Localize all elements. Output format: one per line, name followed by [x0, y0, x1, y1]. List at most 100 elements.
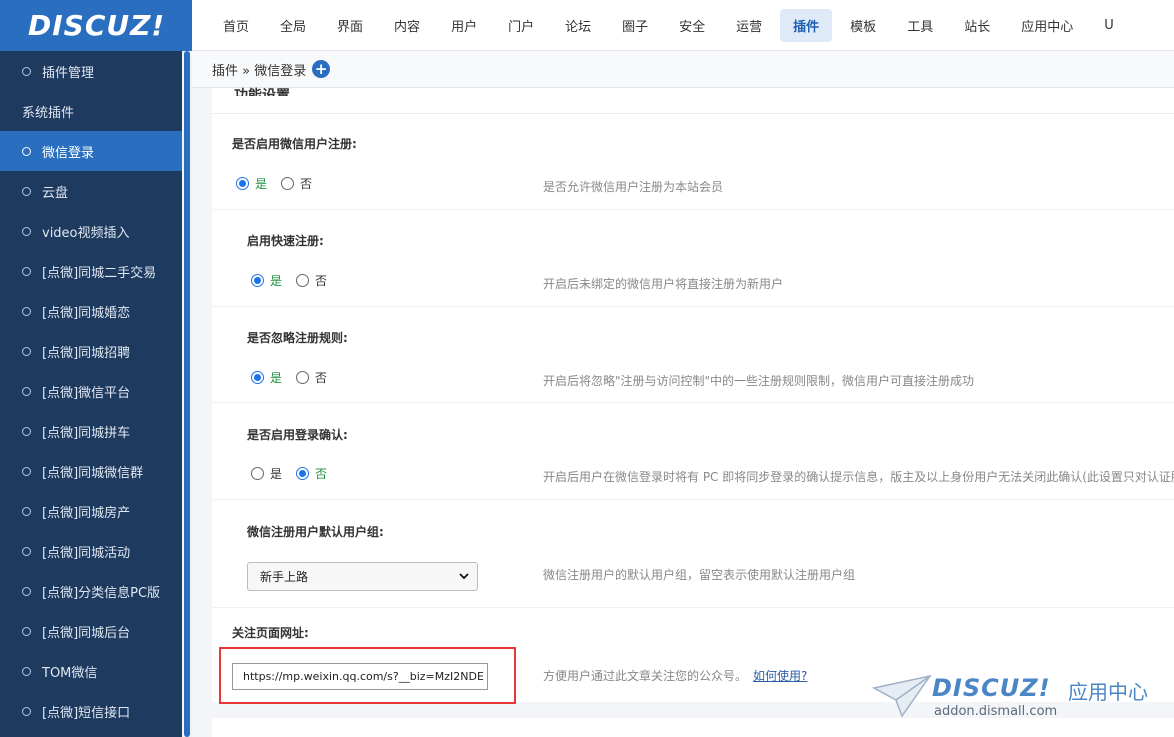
circle-icon — [22, 506, 31, 516]
section-title: 功能设置 — [234, 88, 290, 96]
setting-description: 方便用户通过此文章关注您的公众号。 如何使用? — [543, 667, 807, 684]
sidebar-item-0[interactable]: 插件管理 — [0, 51, 182, 91]
sidebar-item-label: [点微]同城后台 — [42, 625, 131, 641]
sidebar-item-label: 插件管理 — [42, 65, 95, 81]
sidebar-item-10[interactable]: [点微]同城微信群 — [0, 451, 182, 491]
circle-icon — [22, 666, 31, 676]
radio-no-label: 否 — [315, 467, 328, 481]
nav-item-0[interactable]: 首页 — [210, 9, 262, 42]
nav-item-8[interactable]: 安全 — [666, 9, 718, 42]
sidebar-scrollbar[interactable] — [182, 51, 192, 737]
radio-no[interactable] — [296, 467, 310, 480]
circle-icon — [22, 586, 31, 596]
watermark-brand: DISCUZ! — [932, 674, 1051, 702]
select-value: 新手上路 — [260, 570, 309, 584]
setting-description: 开启后将忽略"注册与访问控制"中的一些注册规则限制，微信用户可直接注册成功 — [543, 374, 975, 388]
circle-icon — [22, 346, 31, 356]
sidebar-item-14[interactable]: [点微]同城后台 — [0, 611, 182, 651]
scrollbar-thumb[interactable] — [184, 51, 190, 737]
follow-desc-text: 方便用户通过此文章关注您的公众号。 — [543, 669, 748, 683]
circle-icon — [22, 426, 31, 436]
setting-label: 是否忽略注册规则: — [247, 331, 348, 345]
circle-icon — [22, 66, 31, 76]
setting-description: 开启后用户在微信登录时将有 PC 即将同步登录的确认提示信息，版主及以上身份用户… — [543, 470, 1174, 484]
follow-url-input[interactable]: https://mp.weixin.qq.com/s?__biz=MzI2NDE — [232, 663, 488, 690]
sidebar-item-6[interactable]: [点微]同城婚恋 — [0, 291, 182, 331]
nav-item-13[interactable]: 站长 — [951, 9, 1003, 42]
watermark: DISCUZ! 应用中心 addon.dismall.com — [872, 672, 1162, 732]
circle-icon — [22, 146, 31, 156]
setting-description: 是否允许微信用户注册为本站会员 — [543, 180, 724, 194]
paper-plane-icon — [872, 674, 932, 718]
watermark-url: addon.dismall.com — [934, 704, 1058, 719]
setting-row-quick-register: 启用快速注册: 是 否 开启后未绑定的微信用户将直接注册为新用户 — [212, 210, 1174, 307]
nav-item-3[interactable]: 内容 — [381, 9, 433, 42]
radio-yes[interactable] — [236, 177, 249, 190]
nav-item-7[interactable]: 圈子 — [609, 9, 661, 42]
sidebar-item-5[interactable]: [点微]同城二手交易 — [0, 251, 182, 291]
nav-item-11[interactable]: 模板 — [837, 9, 889, 42]
sidebar-item-13[interactable]: [点微]分类信息PC版 — [0, 571, 182, 611]
circle-icon — [22, 186, 31, 196]
sidebar-item-4[interactable]: video视频插入 — [0, 211, 182, 251]
sidebar-item-8[interactable]: [点微]微信平台 — [0, 371, 182, 411]
circle-icon — [22, 626, 31, 636]
nav-item-12[interactable]: 工具 — [894, 9, 946, 42]
sidebar-item-3[interactable]: 云盘 — [0, 171, 182, 211]
radio-no[interactable] — [281, 177, 295, 190]
nav-item-2[interactable]: 界面 — [324, 9, 376, 42]
sidebar-item-label: TOM微信 — [42, 665, 98, 681]
sidebar-item-11[interactable]: [点微]同城房产 — [0, 491, 182, 531]
setting-row-login-confirm: 是否启用登录确认: 是 否 开启后用户在微信登录时将有 PC 即将同步登录的确认… — [212, 403, 1174, 500]
nav-item-4[interactable]: 用户 — [438, 9, 490, 42]
radio-no-label: 否 — [300, 177, 313, 191]
sidebar-item-label: [点微]同城房产 — [42, 505, 131, 521]
add-plus-icon[interactable]: + — [312, 60, 331, 78]
top-navigation: 首页 全局 界面 内容 用户 门户 论坛 圈子 安全 运营 插件 模板 工具 站长 应用中心 U — [192, 0, 1174, 51]
sidebar-item-15[interactable]: TOM微信 — [0, 651, 182, 691]
chevron-down-icon — [459, 573, 469, 580]
setting-label: 是否启用登录确认: — [247, 428, 348, 442]
settings-panel: 功能设置 是否启用微信用户注册: 是 否 是否允许微信用户注册为本站会员 启用快… — [212, 88, 1174, 704]
radio-group: 是 否 — [251, 369, 341, 386]
sidebar-item-label: 系统插件 — [22, 105, 75, 121]
nav-item-5[interactable]: 门户 — [495, 9, 547, 42]
nav-item-14[interactable]: 应用中心 — [1008, 9, 1086, 42]
circle-icon — [22, 466, 31, 476]
nav-item-1[interactable]: 全局 — [267, 9, 319, 42]
setting-row-ignore-rules: 是否忽略注册规则: 是 否 开启后将忽略"注册与访问控制"中的一些注册规则限制，… — [212, 307, 1174, 403]
sidebar-item-7[interactable]: [点微]同城招聘 — [0, 331, 182, 371]
nav-item-9[interactable]: 运营 — [723, 9, 775, 42]
radio-yes-label: 是 — [270, 467, 283, 481]
radio-yes-label: 是 — [255, 177, 268, 191]
user-group-select[interactable]: 新手上路 — [247, 562, 478, 591]
sidebar-item-1: 系统插件 — [0, 91, 182, 131]
how-to-use-link[interactable]: 如何使用? — [753, 669, 807, 683]
radio-yes-label: 是 — [270, 274, 283, 288]
sidebar-item-label: [点微]微信平台 — [42, 385, 131, 401]
sidebar-item-16[interactable]: [点微]短信接口 — [0, 691, 182, 731]
sidebar-item-12[interactable]: [点微]同城活动 — [0, 531, 182, 571]
watermark-cn: 应用中心 — [1068, 680, 1148, 704]
sidebar-item-9[interactable]: [点微]同城拼车 — [0, 411, 182, 451]
sidebar-item-2[interactable]: 微信登录 — [0, 131, 182, 171]
radio-no[interactable] — [296, 274, 310, 287]
setting-description: 开启后未绑定的微信用户将直接注册为新用户 — [543, 277, 784, 291]
breadcrumb: 插件 » 微信登录 + — [192, 51, 1174, 88]
nav-item-6[interactable]: 论坛 — [552, 9, 604, 42]
circle-icon — [22, 306, 31, 316]
sidebar-item-label: [点微]短信接口 — [42, 705, 131, 721]
sidebar-item-label: [点微]同城招聘 — [42, 345, 131, 361]
radio-yes[interactable] — [251, 467, 264, 480]
setting-row-wechat-register: 是否启用微信用户注册: 是 否 是否允许微信用户注册为本站会员 — [212, 114, 1174, 210]
radio-yes[interactable] — [251, 274, 264, 287]
setting-description: 微信注册用户的默认用户组，留空表示使用默认注册用户组 — [543, 568, 856, 582]
radio-no[interactable] — [296, 371, 310, 384]
radio-group: 是 否 — [236, 175, 326, 192]
nav-item-10[interactable]: 插件 — [780, 8, 833, 42]
radio-yes[interactable] — [251, 371, 264, 384]
discuz-logo[interactable]: DISCUZ! — [0, 0, 192, 51]
nav-item-15[interactable]: U — [1091, 11, 1127, 40]
sidebar-item-label: [点微]同城活动 — [42, 545, 131, 561]
sidebar-item-label: [点微]同城婚恋 — [42, 305, 131, 321]
